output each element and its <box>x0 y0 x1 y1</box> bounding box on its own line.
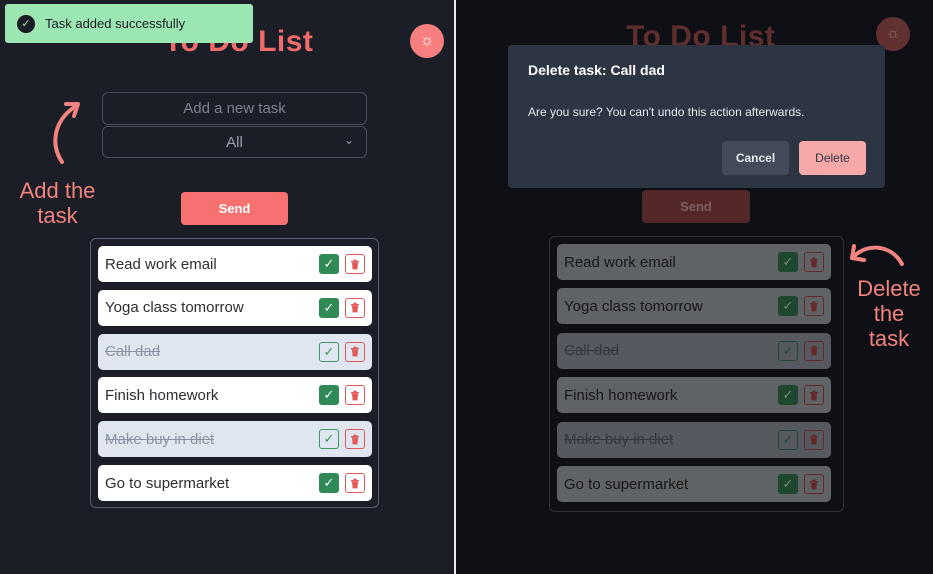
confirm-delete-button[interactable]: Delete <box>799 141 866 175</box>
check-icon: ✓ <box>323 387 335 403</box>
theme-toggle-button[interactable]: ☼ <box>410 24 444 58</box>
delete-confirm-dialog: Delete task: Call dad Are you sure? You … <box>508 45 885 188</box>
complete-task-button[interactable]: ✓ <box>319 473 339 493</box>
dialog-title: Delete task: Call dad <box>528 62 665 78</box>
delete-task-button[interactable] <box>345 429 365 450</box>
curved-arrow-icon <box>850 244 904 266</box>
annotation-line: Delete <box>857 276 921 301</box>
right-screenshot-panel: To Do List ☼ Send Read work email ✓ Yoga c… <box>456 0 933 574</box>
cancel-button[interactable]: Cancel <box>722 141 789 175</box>
curved-arrow-icon <box>53 102 80 164</box>
success-toast: ✓ Task added successfully <box>5 4 253 43</box>
delete-task-button[interactable] <box>345 297 365 318</box>
delete-task-button[interactable] <box>345 385 365 406</box>
complete-task-button[interactable]: ✓ <box>319 385 339 406</box>
check-icon: ✓ <box>323 475 335 490</box>
toast-message: Task added successfully <box>45 16 186 31</box>
send-button[interactable]: Send <box>181 192 288 225</box>
check-icon: ✓ <box>323 343 335 359</box>
annotation-line: task <box>37 203 78 228</box>
task-text: Make buy in diet <box>105 430 215 448</box>
input-placeholder: Add a new task <box>183 100 286 117</box>
complete-task-button[interactable]: ✓ <box>319 254 339 274</box>
chevron-down-icon: ⌄ <box>343 133 354 147</box>
task-text: Yoga class tomorrow <box>105 299 244 317</box>
trash-icon <box>350 302 360 313</box>
check-icon: ✓ <box>323 256 335 271</box>
task-item: Read work email ✓ <box>98 246 372 282</box>
task-item: Yoga class tomorrow ✓ <box>98 289 372 326</box>
check-icon: ✓ <box>323 431 335 447</box>
trash-icon <box>350 434 360 445</box>
task-list: Read work email ✓ Yoga class tomorrow ✓ Call… <box>90 238 379 508</box>
new-task-input[interactable]: Add a new task <box>102 92 367 125</box>
task-item: Make buy in diet ✓ <box>98 421 372 458</box>
task-text: Read work email <box>105 255 217 273</box>
complete-task-button[interactable]: ✓ <box>319 297 339 318</box>
check-circle-icon: ✓ <box>17 14 35 33</box>
trash-icon <box>350 259 360 270</box>
task-text: Go to supermarket <box>105 474 230 492</box>
annotation-line: task <box>868 326 910 351</box>
filter-select[interactable]: All ⌄ <box>102 126 367 158</box>
task-item: Finish homework ✓ <box>98 377 372 414</box>
check-icon: ✓ <box>323 299 335 315</box>
complete-task-button[interactable]: ✓ <box>319 429 339 450</box>
trash-icon <box>350 478 360 489</box>
task-item: Go to supermarket ✓ <box>98 465 372 501</box>
annotation-delete-task: Delete the task <box>848 276 930 351</box>
filter-value: All <box>226 133 243 151</box>
complete-task-button[interactable]: ✓ <box>319 341 339 362</box>
delete-task-button[interactable] <box>345 473 365 493</box>
task-text: Finish homework <box>105 386 219 404</box>
trash-icon <box>350 390 360 401</box>
delete-task-button[interactable] <box>345 341 365 362</box>
sun-icon: ☼ <box>419 32 435 49</box>
annotation-line: the <box>873 301 905 326</box>
task-item: Call dad ✓ <box>98 333 372 370</box>
dialog-message: Are you sure? You can't undo this action… <box>528 105 805 119</box>
delete-task-button[interactable] <box>345 254 365 274</box>
annotation-line: Add the <box>19 178 96 203</box>
task-text: Call dad <box>105 343 161 361</box>
left-screenshot-panel: To Do List ☼ Add a new task All ⌄ Send A… <box>0 0 454 574</box>
annotation-add-task: Add the task <box>10 178 105 228</box>
trash-icon <box>350 346 360 357</box>
